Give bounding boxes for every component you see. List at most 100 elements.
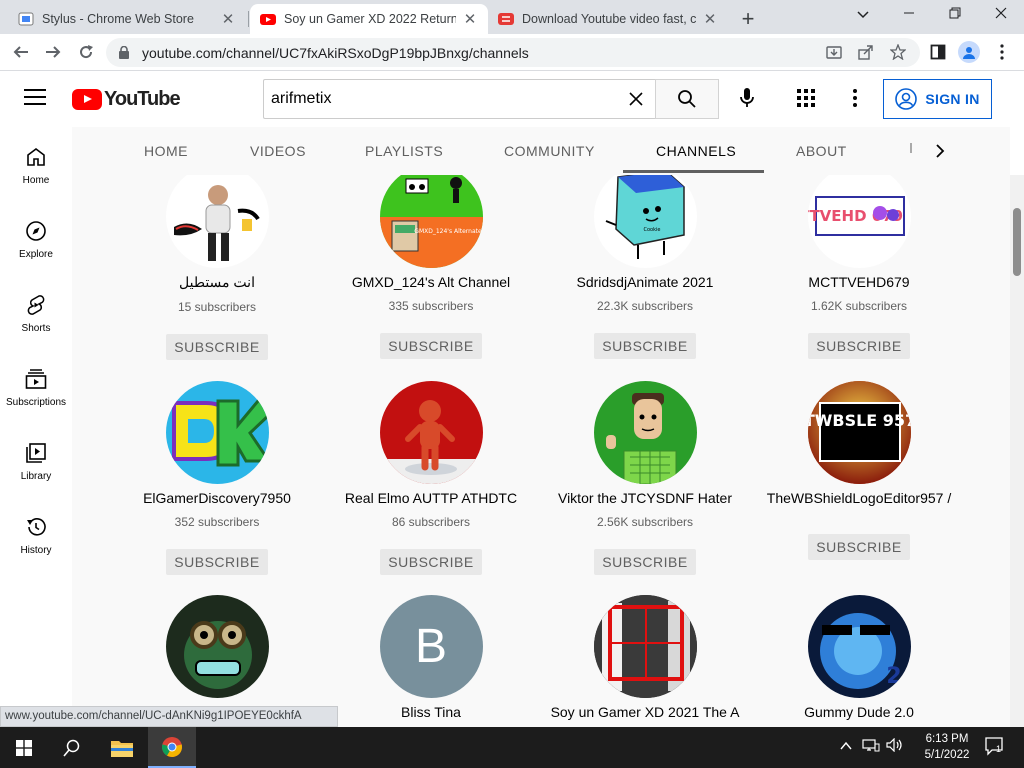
windows-start-icon[interactable] [0, 727, 48, 768]
youtube-play-icon [72, 89, 102, 110]
tab-about[interactable]: ABOUT [796, 127, 847, 175]
tab-channels[interactable]: CHANNELS [656, 127, 736, 175]
channel-name[interactable]: انت مستطيل [179, 274, 255, 291]
youtube-logo[interactable]: YouTube [72, 88, 181, 111]
hamburger-menu-icon[interactable] [24, 89, 46, 110]
tab-overflow-hint [910, 143, 912, 153]
subscribe-button[interactable]: SUBSCRIBE [808, 333, 910, 359]
channel-avatar[interactable]: B [379, 595, 483, 698]
subscribe-button[interactable]: SUBSCRIBE [166, 549, 268, 575]
browser-tab-soy-un-gamer[interactable]: Soy un Gamer XD 2022 Returns / ✕ [250, 4, 488, 34]
channel-avatar[interactable]: Cookie [593, 175, 697, 268]
channel-name[interactable]: MCTTVEHD679 [808, 274, 909, 290]
tabs-scroll-right-chevron-icon[interactable] [928, 139, 952, 163]
close-icon[interactable]: ✕ [462, 10, 478, 28]
browser-tab-download-youtube[interactable]: Download Youtube video fast, co ✕ [488, 4, 728, 34]
channel-avatar[interactable] [593, 595, 697, 698]
search-value: arifmetix [271, 90, 332, 107]
tab-title: Stylus - Chrome Web Store [42, 12, 194, 26]
close-icon[interactable]: ✕ [702, 10, 718, 28]
channel-avatar[interactable] [165, 175, 269, 268]
channel-avatar[interactable] [165, 381, 269, 484]
address-bar[interactable]: youtube.com/channel/UC7fxAkiRSxoDgP19bpJ… [106, 38, 920, 67]
guide-item-history[interactable]: History [0, 497, 72, 571]
youtube-apps-grid-icon[interactable] [794, 86, 818, 110]
guide-item-shorts[interactable]: Shorts [0, 275, 72, 349]
account-circle-icon [895, 88, 918, 110]
clear-search-icon[interactable] [620, 81, 652, 117]
guide-item-home[interactable]: Home [0, 127, 72, 201]
subscribe-button[interactable]: SUBSCRIBE [380, 549, 482, 575]
tab-home[interactable]: HOME [144, 127, 188, 175]
channel-name[interactable]: Soy un Gamer XD 2021 The A [551, 704, 740, 720]
subscribe-button[interactable]: SUBSCRIBE [166, 334, 268, 360]
page-scrollbar-thumb[interactable] [1013, 208, 1021, 276]
window-close-icon[interactable] [986, 6, 1016, 24]
restore-icon[interactable] [940, 6, 970, 24]
voice-search-mic-icon[interactable] [732, 83, 762, 113]
channel-avatar[interactable] [379, 381, 483, 484]
channel-card: Cookie SdridsdjAnimate 2021 22.3K subscr… [545, 175, 745, 359]
notification-center-icon[interactable]: 1 [984, 736, 1006, 758]
chrome-taskbar-icon[interactable] [148, 727, 196, 768]
reload-icon[interactable] [73, 39, 99, 65]
bookmark-star-icon[interactable] [886, 40, 910, 64]
tab-community[interactable]: COMMUNITY [504, 127, 595, 175]
subscribe-button[interactable]: SUBSCRIBE [594, 333, 696, 359]
tab-videos[interactable]: VIDEOS [250, 127, 306, 175]
tab-search-chevron-icon[interactable] [848, 6, 878, 24]
avatar-text: TWBSLE 957 [808, 411, 911, 430]
volume-icon[interactable] [886, 737, 904, 755]
channel-avatar[interactable]: GMXD_124's Alternate [379, 175, 483, 268]
channel-name[interactable]: Real Elmo AUTTP ATHDTC [345, 490, 517, 506]
search-button[interactable] [655, 79, 719, 119]
settings-more-icon[interactable] [845, 86, 865, 110]
channel-avatar[interactable]: 2 [807, 595, 911, 698]
subscribe-button[interactable]: SUBSCRIBE [594, 549, 696, 575]
channel-name[interactable]: Viktor the JTCYSDNF Hater [558, 490, 732, 506]
channel-name[interactable]: TheWBShieldLogoEditor957 / [767, 490, 951, 506]
tray-overflow-chevron-icon[interactable] [840, 738, 852, 754]
tab-playlists[interactable]: PLAYLISTS [365, 127, 443, 175]
search-input[interactable]: arifmetix [263, 79, 656, 119]
channel-avatar[interactable] [165, 595, 269, 698]
svg-text:2: 2 [886, 664, 901, 689]
new-tab-button[interactable]: + [736, 6, 760, 32]
chrome-menu-icon[interactable] [990, 40, 1014, 64]
back-arrow-icon[interactable] [8, 39, 34, 65]
channel-name[interactable]: Bliss Tina [401, 704, 461, 720]
channel-name[interactable]: SdridsdjAnimate 2021 [577, 274, 714, 290]
guide-item-library[interactable]: Library [0, 423, 72, 497]
subscriber-count: 22.3K subscribers [596, 299, 694, 313]
subscribe-button[interactable]: SUBSCRIBE [808, 534, 910, 560]
taskbar-search-icon[interactable] [48, 727, 96, 768]
channel-name[interactable]: GMXD_124's Alt Channel [352, 274, 510, 290]
system-clock[interactable]: 6:13 PM 5/1/2022 [916, 731, 978, 763]
forward-arrow-icon[interactable] [40, 39, 66, 65]
channel-name[interactable]: ElGamerDiscovery7950 [143, 490, 291, 506]
subscribe-button[interactable]: SUBSCRIBE [380, 333, 482, 359]
sign-in-label: SIGN IN [925, 91, 980, 107]
guide-item-explore[interactable]: Explore [0, 201, 72, 275]
close-icon[interactable]: ✕ [220, 10, 236, 28]
channel-name[interactable]: Gummy Dude 2.0 [804, 704, 914, 720]
shorts-icon [27, 295, 45, 315]
network-icon[interactable] [862, 738, 880, 755]
channel-avatar[interactable]: TWBSLE 957 [807, 381, 911, 484]
minimize-icon[interactable] [894, 6, 924, 24]
channel-card: Real Elmo AUTTP ATHDTC 86 subscribers SU… [331, 381, 531, 575]
install-app-icon[interactable] [822, 40, 846, 64]
channel-avatar[interactable]: MCTTVEHD 679 [807, 175, 911, 268]
channel-avatar[interactable] [593, 381, 697, 484]
youtube-masthead: YouTube arifmetix SIGN IN [0, 71, 1024, 127]
profile-avatar-icon[interactable] [958, 41, 980, 63]
share-icon[interactable] [854, 40, 878, 64]
browser-tab-stylus[interactable]: Stylus - Chrome Web Store ✕ [8, 4, 246, 34]
sign-in-button[interactable]: SIGN IN [883, 79, 992, 119]
guide-item-subscriptions[interactable]: Subscriptions [0, 349, 72, 423]
download-site-favicon-icon [498, 13, 514, 25]
windows-taskbar: 6:13 PM 5/1/2022 1 [0, 727, 1024, 768]
file-explorer-icon[interactable] [98, 727, 146, 768]
side-panel-icon[interactable] [926, 40, 950, 64]
home-icon [27, 148, 45, 166]
